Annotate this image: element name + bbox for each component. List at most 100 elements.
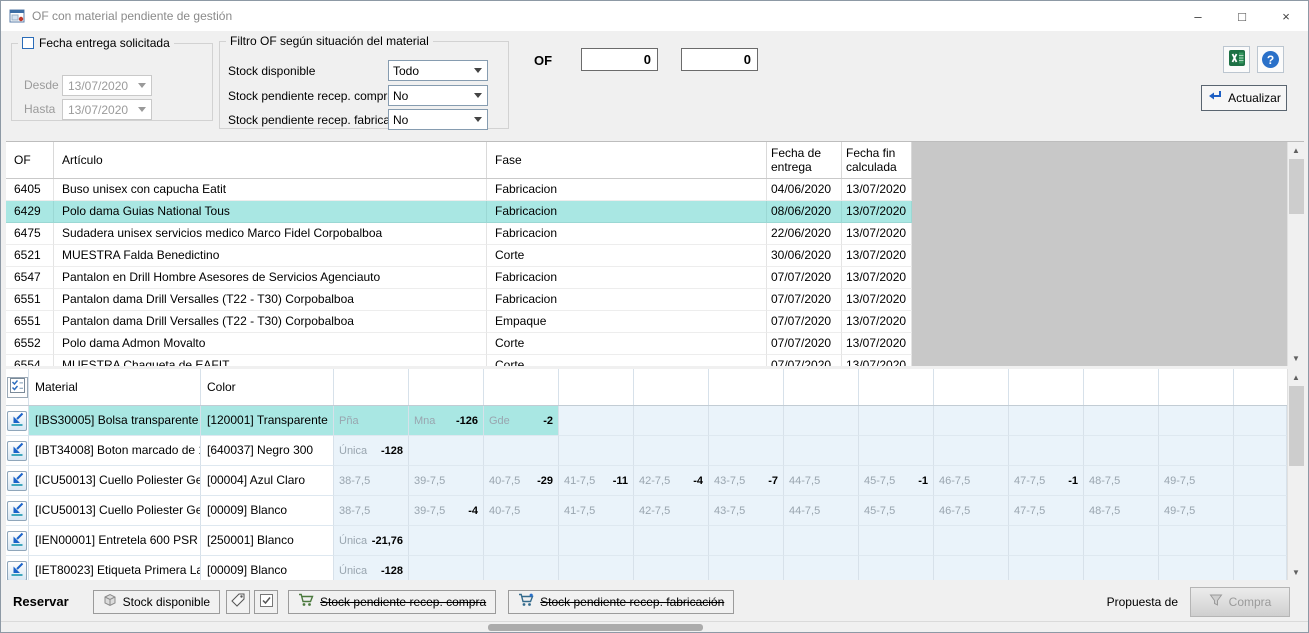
size-cell[interactable]: [484, 556, 559, 580]
order-cell[interactable]: 13/07/2020: [842, 311, 912, 333]
size-cell[interactable]: [709, 406, 784, 436]
size-cell[interactable]: [859, 556, 934, 580]
color-cell[interactable]: [00009] Blanco: [201, 556, 334, 580]
size-cell[interactable]: 39-7,5: [409, 466, 484, 496]
material-cell[interactable]: [IEN00001] Entretela 600 PSR d...: [29, 526, 201, 556]
order-cell[interactable]: 6475: [6, 223, 54, 245]
excel-export-button[interactable]: [1223, 46, 1250, 73]
color-cell[interactable]: [00009] Blanco: [201, 496, 334, 526]
order-cell[interactable]: MUESTRA Falda Benedictino: [54, 245, 487, 267]
size-cell[interactable]: [559, 526, 634, 556]
of-to-input[interactable]: [681, 48, 758, 71]
column-header-color[interactable]: Color: [201, 369, 334, 405]
size-cell[interactable]: Única-128: [334, 436, 409, 466]
material-cell[interactable]: [IBT34008] Boton marcado de 18L: [29, 436, 201, 466]
size-cell[interactable]: [1159, 556, 1234, 580]
order-cell[interactable]: 6551: [6, 311, 54, 333]
order-cell[interactable]: Fabricacion: [487, 179, 767, 201]
order-cell[interactable]: MUESTRA Chaqueta de EAFIT: [54, 355, 487, 366]
order-cell[interactable]: Fabricacion: [487, 201, 767, 223]
scroll-down-icon[interactable]: ▼: [1288, 350, 1304, 366]
size-cell[interactable]: 44-7,5: [784, 496, 859, 526]
size-column-header[interactable]: [1084, 369, 1159, 405]
order-cell[interactable]: Pantalon dama Drill Versalles (T22 - T30…: [54, 311, 487, 333]
size-cell[interactable]: 46-7,5: [934, 496, 1009, 526]
order-cell[interactable]: 6547: [6, 267, 54, 289]
size-cell[interactable]: 41-7,5: [559, 496, 634, 526]
size-cell[interactable]: [784, 436, 859, 466]
order-cell[interactable]: 04/06/2020: [767, 179, 842, 201]
order-cell[interactable]: 6521: [6, 245, 54, 267]
column-header-fecha-fin[interactable]: Fecha fin calculada: [842, 142, 912, 178]
order-row[interactable]: 6475Sudadera unisex servicios medico Mar…: [6, 223, 912, 245]
horizontal-scroll-thumb[interactable]: [488, 624, 703, 631]
maximize-button[interactable]: □: [1220, 1, 1264, 31]
size-cell[interactable]: 47-7,5: [1009, 496, 1084, 526]
order-cell[interactable]: Fabricacion: [487, 223, 767, 245]
pendiente-compra-select[interactable]: No: [388, 85, 488, 106]
size-cell[interactable]: 40-7,5: [484, 496, 559, 526]
stock-disponible-button[interactable]: Stock disponible: [93, 590, 220, 614]
help-button[interactable]: ?: [1257, 46, 1284, 73]
size-cell[interactable]: Única-21,76: [334, 526, 409, 556]
size-cell[interactable]: [859, 436, 934, 466]
order-cell[interactable]: Buso unisex con capucha Eatit: [54, 179, 487, 201]
size-cell[interactable]: Mna-126: [409, 406, 484, 436]
size-cell[interactable]: [934, 406, 1009, 436]
size-cell[interactable]: [634, 406, 709, 436]
minimize-button[interactable]: –: [1176, 1, 1220, 31]
order-cell[interactable]: Polo dama Admon Movalto: [54, 333, 487, 355]
size-cell[interactable]: [859, 526, 934, 556]
order-cell[interactable]: 08/06/2020: [767, 201, 842, 223]
color-cell[interactable]: [250001] Blanco: [201, 526, 334, 556]
size-cell[interactable]: Única-128: [334, 556, 409, 580]
order-cell[interactable]: 6551: [6, 289, 54, 311]
size-cell[interactable]: 40-7,5-29: [484, 466, 559, 496]
order-cell[interactable]: 13/07/2020: [842, 355, 912, 366]
order-cell[interactable]: 6405: [6, 179, 54, 201]
desde-datepicker[interactable]: 13/07/2020: [62, 75, 152, 96]
material-cell[interactable]: [ICU50013] Cuello Poliester Gene...: [29, 496, 201, 526]
stock-pendiente-fabricacion-button[interactable]: Stock pendiente recep. fabricación: [508, 590, 734, 614]
insert-material-button[interactable]: [7, 501, 27, 521]
material-cell[interactable]: [ICU50013] Cuello Poliester Gene...: [29, 466, 201, 496]
order-cell[interactable]: 07/07/2020: [767, 333, 842, 355]
material-row[interactable]: [IBS30005] Bolsa transparente P...[12000…: [6, 406, 1287, 436]
material-row[interactable]: [ICU50013] Cuello Poliester Gene...[0000…: [6, 496, 1287, 526]
size-column-header[interactable]: [634, 369, 709, 405]
order-row[interactable]: 6429Polo dama Guias National TousFabrica…: [6, 201, 912, 223]
size-cell[interactable]: [1084, 556, 1159, 580]
insert-material-button[interactable]: [7, 411, 27, 431]
color-cell[interactable]: [00004] Azul Claro: [201, 466, 334, 496]
size-cell[interactable]: [559, 436, 634, 466]
close-button[interactable]: ×: [1264, 1, 1308, 31]
order-cell[interactable]: Fabricacion: [487, 267, 767, 289]
size-cell[interactable]: [1159, 436, 1234, 466]
size-cell[interactable]: [634, 556, 709, 580]
order-cell[interactable]: Pantalon dama Drill Versalles (T22 - T30…: [54, 289, 487, 311]
insert-material-button[interactable]: [7, 471, 27, 491]
size-cell[interactable]: 49-7,5: [1159, 496, 1234, 526]
size-cell[interactable]: 41-7,5-11: [559, 466, 634, 496]
order-cell[interactable]: 13/07/2020: [842, 289, 912, 311]
fecha-entrega-checkbox[interactable]: [22, 37, 34, 49]
size-column-header[interactable]: [1009, 369, 1084, 405]
size-cell[interactable]: 39-7,5-4: [409, 496, 484, 526]
size-cell[interactable]: [784, 526, 859, 556]
size-cell[interactable]: [634, 526, 709, 556]
order-row[interactable]: 6547Pantalon en Drill Hombre Asesores de…: [6, 267, 912, 289]
size-cell[interactable]: [934, 556, 1009, 580]
select-all-button[interactable]: [7, 377, 28, 398]
size-cell[interactable]: [1009, 436, 1084, 466]
size-cell[interactable]: 38-7,5: [334, 496, 409, 526]
size-cell[interactable]: 38-7,5: [334, 466, 409, 496]
order-cell[interactable]: 07/07/2020: [767, 267, 842, 289]
order-cell[interactable]: Pantalon en Drill Hombre Asesores de Ser…: [54, 267, 487, 289]
order-cell[interactable]: 13/07/2020: [842, 245, 912, 267]
material-cell[interactable]: [IET80023] Etiqueta Primera Lav...: [29, 556, 201, 580]
size-column-header[interactable]: [334, 369, 409, 405]
column-header-material[interactable]: Material: [29, 369, 201, 405]
size-cell[interactable]: 42-7,5: [634, 496, 709, 526]
size-cell[interactable]: Pña: [334, 406, 409, 436]
insert-material-button[interactable]: [7, 441, 27, 461]
